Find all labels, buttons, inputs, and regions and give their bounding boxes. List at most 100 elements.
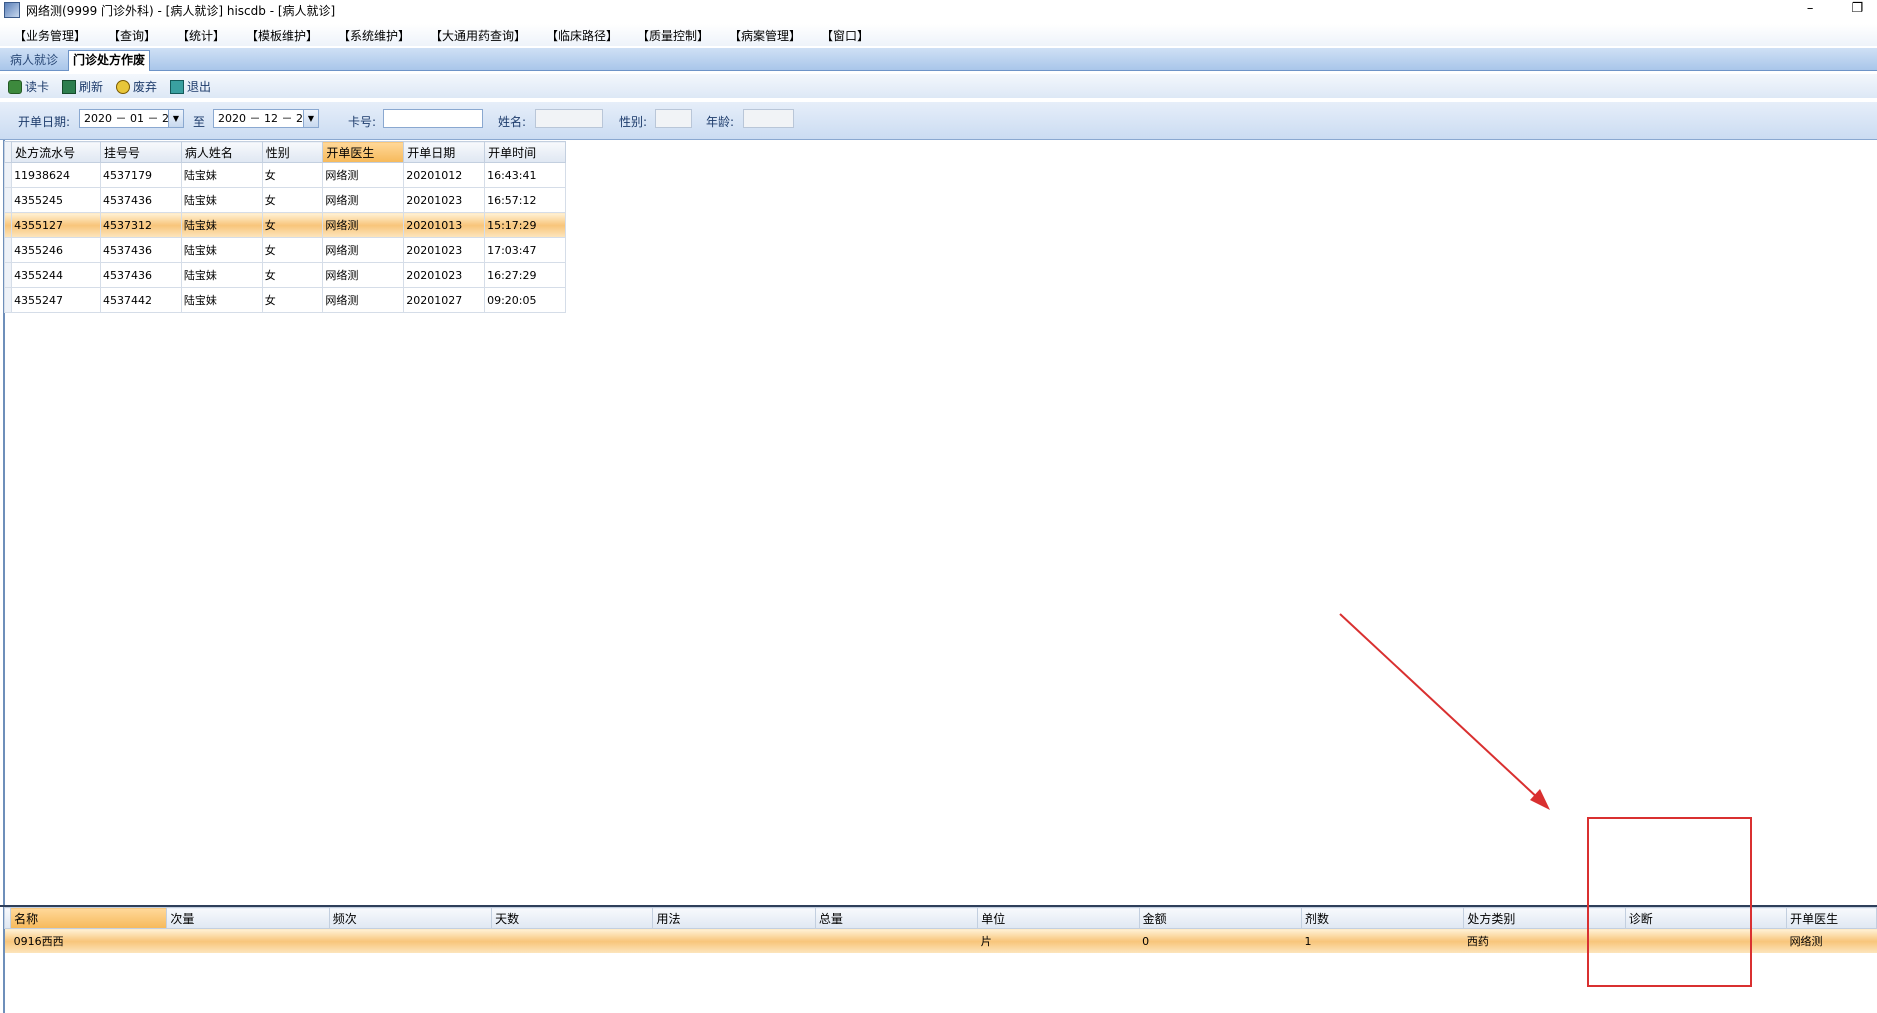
column-header[interactable]: 金额 [1138, 907, 1302, 929]
cell: 网络测 [322, 187, 405, 213]
discard-icon [116, 79, 130, 94]
column-header[interactable]: 名称 [10, 907, 168, 929]
menu-clinical-path[interactable]: 【临床路径】 [546, 27, 618, 44]
gender-label: 性别: [619, 115, 648, 129]
table-row-selected[interactable]: 0916西西 片 0 1 西药 网络测 [4, 928, 1877, 953]
row-header[interactable] [3, 262, 13, 288]
menu-system[interactable]: 【系统维护】 [338, 27, 410, 44]
row-header[interactable] [3, 287, 13, 313]
column-header[interactable]: 开单医生 [322, 141, 405, 163]
refresh-icon [62, 79, 76, 94]
date-to-picker[interactable]: 2020 － 12 － 29 ▼ [213, 109, 319, 128]
cell: 4537312 [100, 212, 182, 238]
cell: 4355245 [11, 187, 101, 213]
column-header[interactable]: 次量 [166, 907, 330, 929]
date-from-picker[interactable]: 2020 － 01 － 29 ▼ [79, 109, 184, 128]
row-header[interactable] [3, 187, 13, 213]
menu-business[interactable]: 【业务管理】 [14, 27, 86, 44]
row-header[interactable] [3, 237, 13, 263]
menu-template[interactable]: 【模板维护】 [246, 27, 318, 44]
cell: 0916西西 [10, 928, 167, 953]
cell-diagnosis[interactable] [1625, 928, 1787, 953]
column-header[interactable]: 天数 [491, 907, 654, 929]
cell: 20201023 [403, 187, 486, 213]
minimize-button[interactable]: – [1807, 1, 1814, 16]
cell: 女 [261, 287, 324, 313]
prescription-grid-header: 处方流水号 挂号号 病人姓名 性别 开单医生 开单日期 开单时间 [3, 141, 566, 163]
column-header-diagnosis[interactable]: 诊断 [1624, 907, 1788, 929]
window-title: 网络测(9999 门诊外科) - [病人就诊] hiscdb - [病人就诊] [26, 3, 336, 18]
table-row[interactable]: 4355247 4537442 陆宝妹 女 网络测 20201027 09:20… [3, 287, 566, 313]
column-header[interactable]: 处方流水号 [11, 141, 101, 163]
table-row[interactable]: 4355246 4537436 陆宝妹 女 网络测 20201023 17:03… [3, 237, 566, 263]
cell: 1 [1301, 928, 1464, 953]
menu-statistics[interactable]: 【统计】 [177, 27, 225, 44]
cell: 陆宝妹 [180, 287, 263, 313]
menu-query[interactable]: 【查询】 [108, 27, 156, 44]
cell: 4355244 [11, 262, 101, 288]
column-header[interactable]: 开单日期 [403, 141, 486, 163]
row-header[interactable] [3, 212, 13, 238]
cell [166, 928, 330, 953]
prescription-detail-grid: 名称 次量 频次 天数 用法 总量 单位 金额 剂数 处方类别 诊断 开单医生 … [3, 907, 1877, 953]
refresh-button[interactable]: 刷新 [62, 78, 103, 95]
name-field [535, 109, 603, 128]
cell: 网络测 [322, 262, 405, 288]
menu-quality[interactable]: 【质量控制】 [637, 27, 709, 44]
cell: 09:20:05 [484, 287, 566, 313]
menu-drug-query[interactable]: 【大通用药查询】 [430, 27, 526, 44]
cell: 网络测 [322, 212, 405, 238]
cell: 网络测 [322, 162, 405, 188]
column-header[interactable]: 用法 [652, 907, 816, 929]
cell: 陆宝妹 [180, 212, 263, 238]
table-row[interactable]: 4355245 4537436 陆宝妹 女 网络测 20201023 16:57… [3, 187, 566, 213]
exit-button[interactable]: 退出 [170, 78, 211, 95]
column-header[interactable]: 开单医生 [1786, 907, 1877, 929]
cell: 陆宝妹 [180, 237, 263, 263]
column-header[interactable]: 处方类别 [1463, 907, 1626, 929]
card-icon [8, 79, 22, 94]
discard-button[interactable]: 废弃 [116, 78, 157, 95]
read-card-button[interactable]: 读卡 [8, 78, 49, 95]
cell: 20201027 [403, 287, 486, 313]
column-header[interactable]: 病人姓名 [180, 141, 263, 163]
column-header[interactable]: 挂号号 [100, 141, 182, 163]
menu-bar: 【业务管理】 【查询】 【统计】 【模板维护】 【系统维护】 【大通用药查询】 … [0, 24, 1877, 46]
table-row[interactable]: 4355244 4537436 陆宝妹 女 网络测 20201023 16:27… [3, 262, 566, 288]
menu-window[interactable]: 【窗口】 [821, 27, 869, 44]
column-header[interactable]: 频次 [328, 907, 493, 929]
to-label: 至 [193, 115, 206, 129]
column-header[interactable]: 总量 [814, 907, 979, 929]
cell: 女 [261, 187, 324, 213]
tab-prescription-void[interactable]: 门诊处方作废 [68, 50, 151, 71]
cell: 4355246 [11, 237, 101, 263]
cell: 20201023 [403, 262, 486, 288]
card-number-input[interactable] [383, 109, 483, 128]
exit-icon [170, 79, 184, 94]
prescription-grid: 处方流水号 挂号号 病人姓名 性别 开单医生 开单日期 开单时间 1193862… [3, 141, 566, 313]
column-header[interactable]: 剂数 [1300, 907, 1465, 929]
cell [652, 928, 816, 953]
table-row-selected[interactable]: 4355127 4537312 陆宝妹 女 网络测 20201013 15:17… [3, 212, 566, 238]
table-row[interactable]: 11938624 4537179 陆宝妹 女 网络测 20201012 16:4… [3, 162, 566, 188]
restore-button[interactable]: ❐ [1851, 1, 1863, 16]
chevron-down-icon[interactable]: ▼ [168, 110, 183, 127]
name-label: 姓名: [498, 115, 527, 129]
cell: 4537436 [100, 187, 182, 213]
tab-strip: 病人就诊 门诊处方作废 [0, 48, 1877, 71]
gender-field [655, 109, 692, 128]
menu-records[interactable]: 【病案管理】 [729, 27, 801, 44]
row-header[interactable] [3, 162, 13, 188]
cell: 20201013 [403, 212, 486, 238]
cell: 16:43:41 [484, 162, 566, 188]
column-header[interactable]: 性别 [261, 141, 324, 163]
chevron-down-icon[interactable]: ▼ [303, 110, 318, 127]
age-label: 年龄: [706, 115, 735, 129]
column-header[interactable]: 单位 [977, 907, 1140, 929]
column-header[interactable]: 开单时间 [484, 141, 566, 163]
cell: 4537436 [100, 262, 182, 288]
title-bar: 网络测(9999 门诊外科) - [病人就诊] hiscdb - [病人就诊] … [0, 0, 1877, 20]
exit-label: 退出 [187, 80, 212, 94]
tab-patient-visit[interactable]: 病人就诊 [6, 51, 62, 69]
age-field [743, 109, 794, 128]
